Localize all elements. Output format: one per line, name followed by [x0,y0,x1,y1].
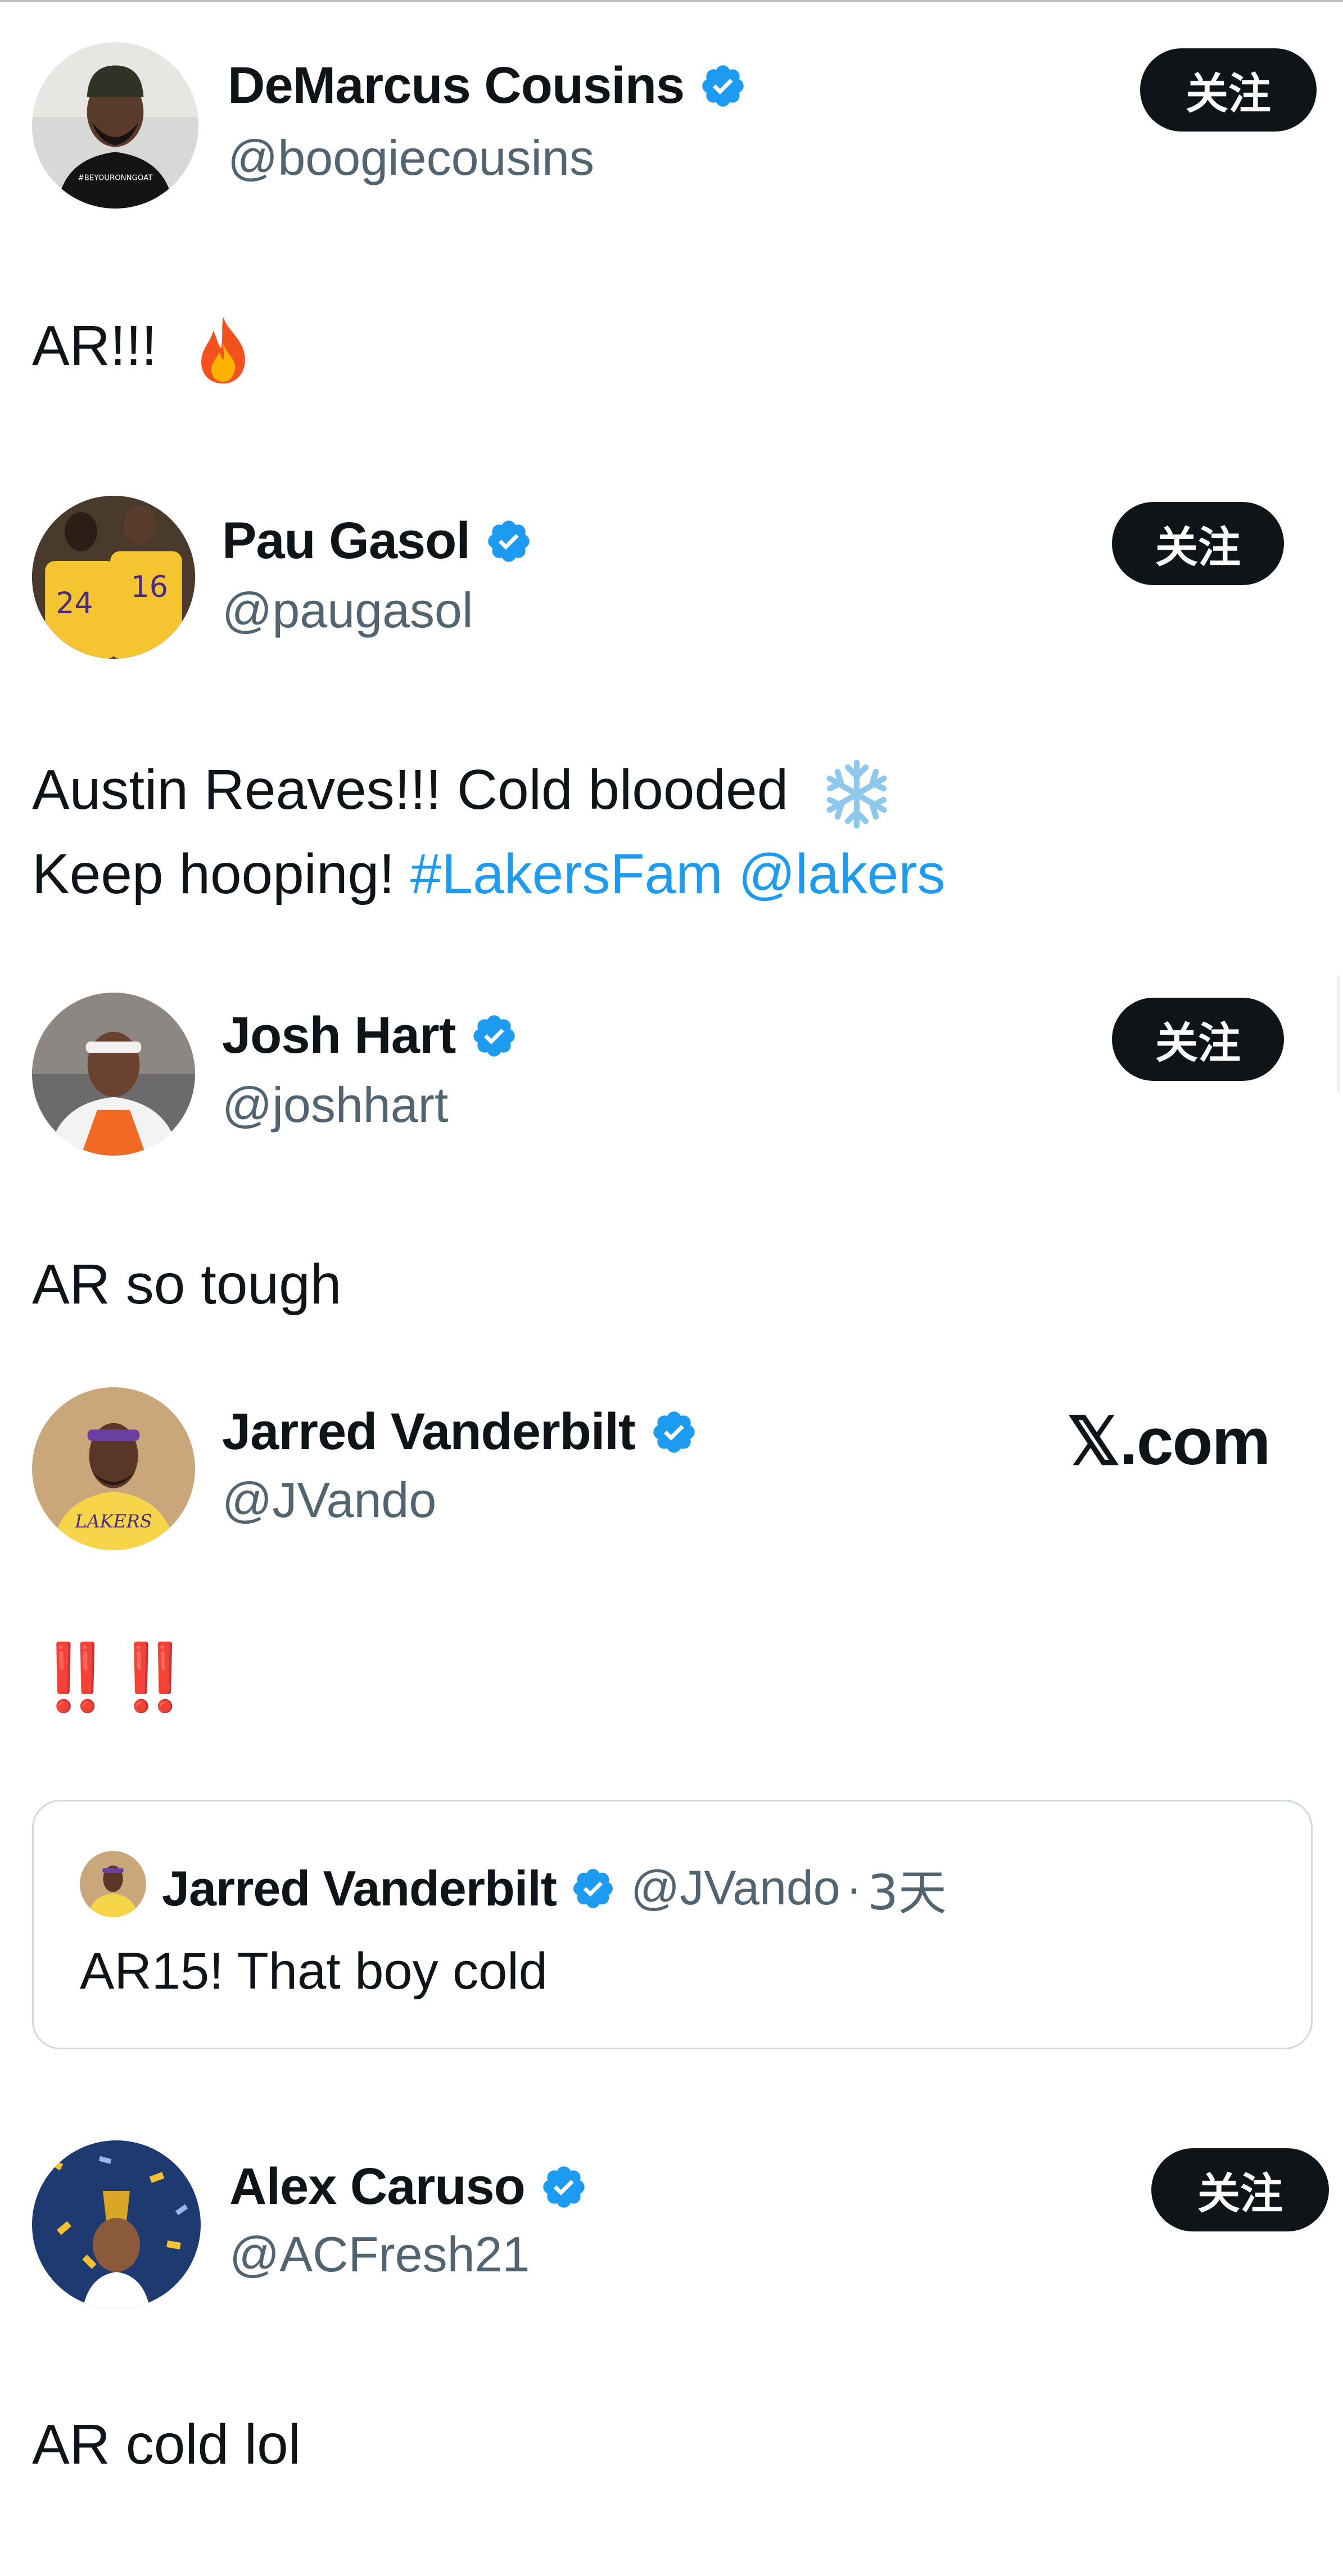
handle[interactable]: @ACFresh21 [229,2226,530,2283]
quote-text: AR15! That boy cold [80,1943,548,2000]
mention-link[interactable]: @lakers [738,843,945,906]
follow-button[interactable]: 关注 [1151,2148,1329,2231]
avatar[interactable] [32,2140,201,2309]
post-text-line-1: Austin Reaves!!! Cold blooded [32,748,893,832]
display-name[interactable]: Jarred Vanderbilt [222,1402,636,1461]
display-name[interactable]: Josh Hart [222,1006,456,1065]
avatar[interactable]: #BEYOURONNGOAT [32,42,198,209]
post-text: AR!!! [32,304,255,388]
handle[interactable]: @paugasol [222,582,473,639]
quote-display-name[interactable]: Jarred Vanderbilt [162,1860,557,1917]
name-row: DeMarcus Cousins [228,56,747,115]
post-josh-hart: Josh Hart @joshhart 关注 AR so tough [0,944,1343,1371]
post-text: AR so tough [32,1253,342,1316]
scrollbar[interactable] [1337,975,1340,1093]
snowflake-emoji [821,758,893,830]
double-exclamation-emoji: ‼️‼️ [35,1640,194,1715]
verified-badge-icon [570,1866,616,1912]
quote-tweet-card[interactable]: Jarred Vanderbilt @JVando · 3天 AR15! Tha… [32,1800,1313,2049]
verified-badge-icon [699,62,747,110]
post-demarcus-cousins: #BEYOURONNGOAT DeMarcus Cousins @boogiec… [0,0,1343,450]
name-row: Pau Gasol [222,511,533,571]
verified-badge-icon [650,1408,698,1456]
verified-badge-icon [470,1012,518,1060]
fire-emoji [192,314,255,386]
name-row: Josh Hart [222,1006,518,1065]
handle[interactable]: @joshhart [222,1076,448,1134]
display-name[interactable]: Alex Caruso [229,2157,526,2216]
name-row: Jarred Vanderbilt [222,1402,698,1461]
post-pau-gasol: 24 16 Pau Gasol @paugasol 关注 Austin Reav… [0,450,1343,944]
svg-text:24: 24 [56,587,93,621]
display-name[interactable]: Pau Gasol [222,511,471,571]
quote-avatar[interactable] [80,1851,146,1917]
handle[interactable]: @JVando [222,1472,436,1529]
x-com-watermark: 𝕏.com [1067,1405,1270,1479]
svg-text:16: 16 [131,571,168,604]
post-text: AR cold lol [32,2413,301,2476]
verified-badge-icon [540,2163,588,2211]
handle[interactable]: @boogiecousins [228,129,594,187]
hashtag-link[interactable]: #LakersFam [410,843,723,906]
follow-button[interactable]: 关注 [1140,48,1317,132]
post-text-line-2: Keep hooping! #LakersFam @lakers [32,843,946,906]
avatar[interactable] [32,993,195,1156]
verified-badge-icon [485,517,533,565]
avatar[interactable]: 24 16 [32,496,195,659]
post-jarred-vanderbilt: LAKERS Jarred Vanderbilt @JVando 𝕏.com ‼… [0,1371,1343,2113]
quote-handle[interactable]: @JVando [631,1860,840,1916]
display-name[interactable]: DeMarcus Cousins [228,56,685,115]
quote-timestamp[interactable]: 3天 [867,1853,947,1923]
name-row: Alex Caruso [229,2157,588,2216]
post-alex-caruso: Alex Caruso @ACFresh21 关注 AR cold lol [0,2113,1343,2576]
quote-separator: · [845,1861,862,1915]
svg-text:LAKERS: LAKERS [74,1510,152,1532]
follow-button[interactable]: 关注 [1112,502,1284,585]
quote-header: Jarred Vanderbilt @JVando · 3天 [162,1853,947,1923]
follow-button[interactable]: 关注 [1112,998,1284,1081]
avatar[interactable]: LAKERS [32,1387,195,1550]
svg-text:#BEYOURONNGOAT: #BEYOURONNGOAT [78,174,153,183]
